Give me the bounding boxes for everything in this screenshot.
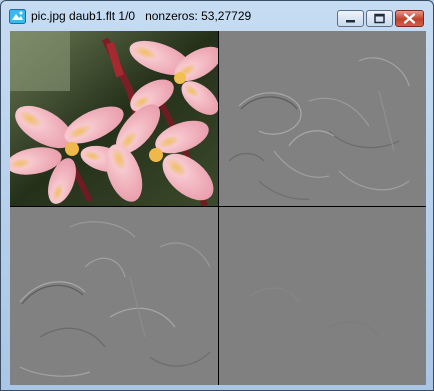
- window-title: pic.jpg daub1.flt 1/0 nonzeros: 53,27729: [31, 9, 252, 23]
- minimize-button[interactable]: [337, 10, 364, 27]
- maximize-icon: [374, 13, 385, 24]
- diagonal-detail: [219, 207, 426, 385]
- minimize-icon: [346, 20, 355, 23]
- close-button[interactable]: [395, 10, 424, 27]
- app-window: pic.jpg daub1.flt 1/0 nonzeros: 53,27729: [0, 0, 434, 391]
- image-canvas: [10, 31, 426, 385]
- title-bar[interactable]: pic.jpg daub1.flt 1/0 nonzeros: 53,27729: [1, 1, 433, 31]
- horizontal-detail: [219, 31, 426, 206]
- maximize-button[interactable]: [366, 10, 393, 27]
- close-icon: [403, 13, 416, 24]
- image-icon: [9, 9, 26, 24]
- vertical-detail: [10, 207, 218, 385]
- original-image: [10, 31, 218, 206]
